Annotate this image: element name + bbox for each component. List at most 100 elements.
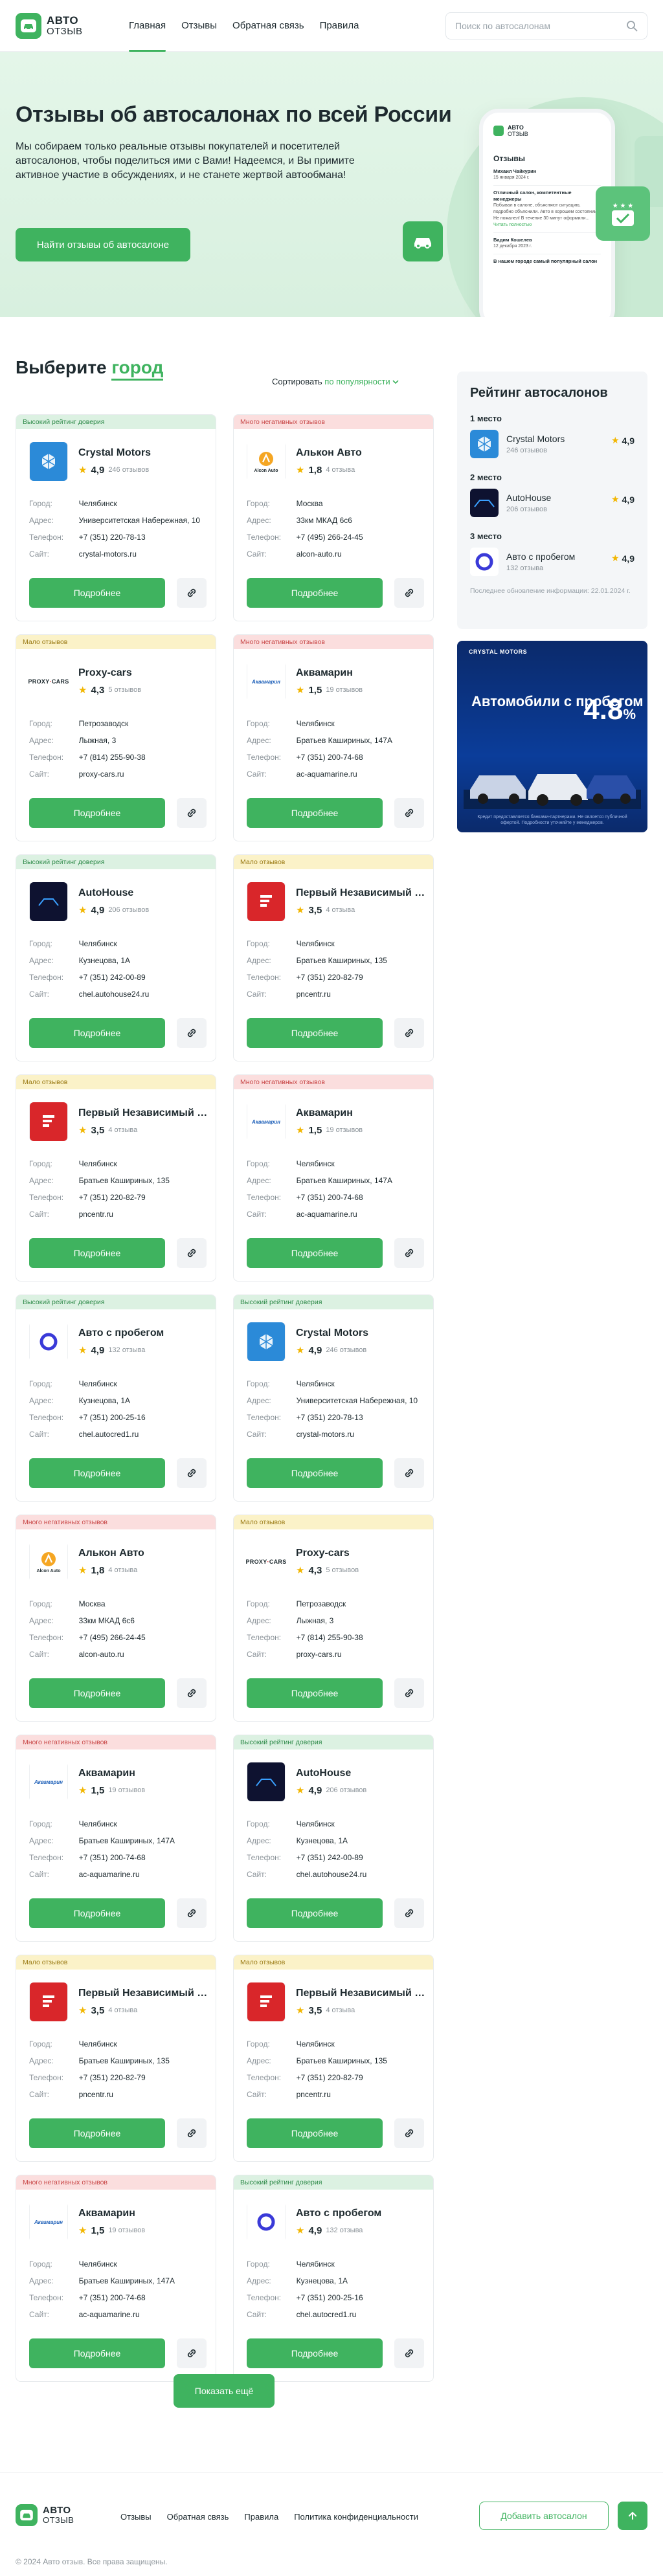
copyright: © 2024 Авто отзыв. Все права защищены. xyxy=(16,2557,168,2566)
search-icon[interactable] xyxy=(626,20,638,32)
dealer-logo: PROXY·CARS xyxy=(245,1542,286,1581)
nav-reviews[interactable]: Отзывы xyxy=(181,0,217,52)
link-button[interactable] xyxy=(394,2338,424,2368)
dealer-logo: Аквамарин xyxy=(247,1102,286,1141)
rating-entry[interactable]: 2 место AutoHouse 206 отзывов ★ 4,9 xyxy=(470,472,635,517)
footer-link-feedback[interactable]: Обратная связь xyxy=(167,2512,229,2522)
dealer-card[interactable]: Высокий рейтинг доверия Crystal Motors ★ 4,… xyxy=(16,414,216,621)
details-button[interactable]: Подробнее xyxy=(247,578,383,608)
star-icon: ★ xyxy=(611,494,620,504)
nav-home[interactable]: Главная xyxy=(129,0,166,52)
details-button[interactable]: Подробнее xyxy=(247,798,383,828)
dealer-card[interactable]: Мало отзывов Первый Независимый Центр ★3,5… xyxy=(233,1955,434,2162)
link-button[interactable] xyxy=(394,798,424,828)
dealer-card[interactable]: Много негативных отзывов Alcon Auto Алькон… xyxy=(16,1515,216,1722)
link-button[interactable] xyxy=(177,1458,207,1488)
link-button[interactable] xyxy=(177,2338,207,2368)
dealer-address: Адрес: Кузнецова, 1А xyxy=(247,1836,348,1845)
link-button[interactable] xyxy=(394,578,424,608)
scroll-top-button[interactable] xyxy=(618,2502,647,2530)
details-button[interactable]: Подробнее xyxy=(29,2338,165,2368)
dealer-card[interactable]: Высокий рейтинг доверия Авто с пробегом ★ 4… xyxy=(233,2175,434,2382)
dealer-phone: Телефон: +7 (351) 242-00-89 xyxy=(247,1853,363,1862)
sidebar-updated: Последнее обновление информации: 22.01.2… xyxy=(470,587,631,595)
logo-link[interactable]: АВТО ОТЗЫВ xyxy=(16,12,129,39)
footer-link-rules[interactable]: Правила xyxy=(244,2512,278,2522)
star-icon: ★ xyxy=(78,465,87,476)
dealer-name: Авто с пробегом xyxy=(78,1327,164,1338)
dealer-card[interactable]: Мало отзывов PROXY·CARS Proxy-cars ★ 4,3 5 от… xyxy=(16,634,216,841)
find-reviews-button[interactable]: Найти отзывы об автосалоне xyxy=(16,228,190,261)
footer-link-reviews[interactable]: Отзывы xyxy=(120,2512,152,2522)
promo-banner[interactable]: CRYSTAL MOTORS Автомобили с пробегом 4.8… xyxy=(457,641,647,832)
sort-control[interactable]: Сортировать по популярности xyxy=(272,377,399,386)
dealer-address: Адрес: Лыжная, 3 xyxy=(247,1616,334,1625)
details-button[interactable]: Подробнее xyxy=(29,2118,165,2148)
dealer-card[interactable]: Много негативных отзывов Аквамарин Аквамар… xyxy=(233,1074,434,1282)
dealer-card[interactable]: Мало отзывов Первый Независимый Центр ★3,5… xyxy=(233,854,434,1061)
dealer-card[interactable]: Мало отзывов PROXY·CARS Proxy-cars ★ 4,3 5 от… xyxy=(233,1515,434,1722)
link-icon xyxy=(187,808,196,817)
link-button[interactable] xyxy=(394,1018,424,1048)
details-button[interactable]: Подробнее xyxy=(29,578,165,608)
link-button[interactable] xyxy=(394,2118,424,2148)
dealer-phone: Телефон: +7 (351) 200-74-68 xyxy=(29,2293,146,2302)
dealer-phone: Телефон: +7 (351) 200-25-16 xyxy=(247,2293,363,2302)
details-button[interactable]: Подробнее xyxy=(247,2118,383,2148)
hero: Отзывы об автосалонах по всей России Мы … xyxy=(0,52,663,317)
link-button[interactable] xyxy=(394,1458,424,1488)
star-icon: ★ xyxy=(611,553,620,563)
search-input[interactable]: Поиск по автосалонам xyxy=(445,12,647,39)
details-button[interactable]: Подробнее xyxy=(29,1678,165,1708)
dealer-rating: ★ 4,9 132 отзыва xyxy=(78,1344,146,1357)
link-button[interactable] xyxy=(177,1238,207,1268)
details-button[interactable]: Подробнее xyxy=(29,1238,165,1268)
dealer-name: Алькон Авто xyxy=(296,447,362,458)
rating-entry[interactable]: 1 место Crystal Motors 246 отзывов ★ 4,9 xyxy=(470,414,635,458)
dealer-name: Аквамарин xyxy=(78,1768,135,1779)
city-selector[interactable]: город xyxy=(111,357,164,381)
link-button[interactable] xyxy=(177,798,207,828)
dealer-card[interactable]: Много негативных отзывов Alcon Auto Алькон… xyxy=(233,414,434,621)
star-icon: ★ xyxy=(296,1125,305,1136)
phone-mockup: АВТО ОТЗЫВ Отзывы Михаил Чайкурин 15 январ… xyxy=(479,109,615,317)
nav-feedback[interactable]: Обратная связь xyxy=(232,0,304,52)
dealer-card[interactable]: Высокий рейтинг доверия Авто с пробегом ★ 4… xyxy=(16,1294,216,1502)
dealer-card[interactable]: Много негативных отзывов Аквамарин Аквамар… xyxy=(16,1735,216,1942)
dealer-card[interactable]: Высокий рейтинг доверия AutoHouse ★ 4,9 206 … xyxy=(16,854,216,1061)
dealer-card[interactable]: Высокий рейтинг доверия Crystal Motors ★ 4,… xyxy=(233,1294,434,1502)
link-button[interactable] xyxy=(177,1018,207,1048)
details-button[interactable]: Подробнее xyxy=(29,1458,165,1488)
show-more-button[interactable]: Показать ещё xyxy=(174,2374,275,2408)
details-button[interactable]: Подробнее xyxy=(247,1898,383,1928)
dealer-card[interactable]: Много негативных отзывов Аквамарин Аквамар… xyxy=(233,634,434,841)
add-dealer-button[interactable]: Добавить автосалон xyxy=(479,2502,609,2530)
link-button[interactable] xyxy=(394,1238,424,1268)
dealer-card[interactable]: Мало отзывов Первый Независимый Центр ★3,5… xyxy=(16,1955,216,2162)
link-button[interactable] xyxy=(177,1898,207,1928)
rating-entry[interactable]: 3 место Авто с пробегом 132 отзыва ★ 4,9 xyxy=(470,531,635,576)
footer-link-privacy[interactable]: Политика конфиденциальности xyxy=(294,2512,418,2522)
dealer-logo xyxy=(247,2203,286,2241)
link-button[interactable] xyxy=(394,1898,424,1928)
link-button[interactable] xyxy=(394,1678,424,1708)
details-button[interactable]: Подробнее xyxy=(29,1898,165,1928)
details-button[interactable]: Подробнее xyxy=(247,2338,383,2368)
dealer-site: Сайт: pncentr.ru xyxy=(247,990,331,999)
nav-rules[interactable]: Правила xyxy=(320,0,359,52)
dealer-card[interactable]: Мало отзывов Первый Независимый Центр ★3,5… xyxy=(16,1074,216,1282)
dealer-phone: Телефон: +7 (351) 200-74-68 xyxy=(247,753,363,762)
details-button[interactable]: Подробнее xyxy=(247,1458,383,1488)
dealer-card[interactable]: Много негативных отзывов Аквамарин Аквамар… xyxy=(16,2175,216,2382)
details-button[interactable]: Подробнее xyxy=(247,1018,383,1048)
details-button[interactable]: Подробнее xyxy=(247,1238,383,1268)
details-button[interactable]: Подробнее xyxy=(29,798,165,828)
footer-logo[interactable]: АВТО ОТЗЫВ xyxy=(16,2504,74,2526)
link-button[interactable] xyxy=(177,1678,207,1708)
link-button[interactable] xyxy=(177,578,207,608)
dealer-card[interactable]: Высокий рейтинг доверия AutoHouse ★ 4,9 206 … xyxy=(233,1735,434,1942)
details-button[interactable]: Подробнее xyxy=(29,1018,165,1048)
dealer-phone: Телефон: +7 (351) 242-00-89 xyxy=(29,973,146,982)
link-button[interactable] xyxy=(177,2118,207,2148)
details-button[interactable]: Подробнее xyxy=(247,1678,383,1708)
